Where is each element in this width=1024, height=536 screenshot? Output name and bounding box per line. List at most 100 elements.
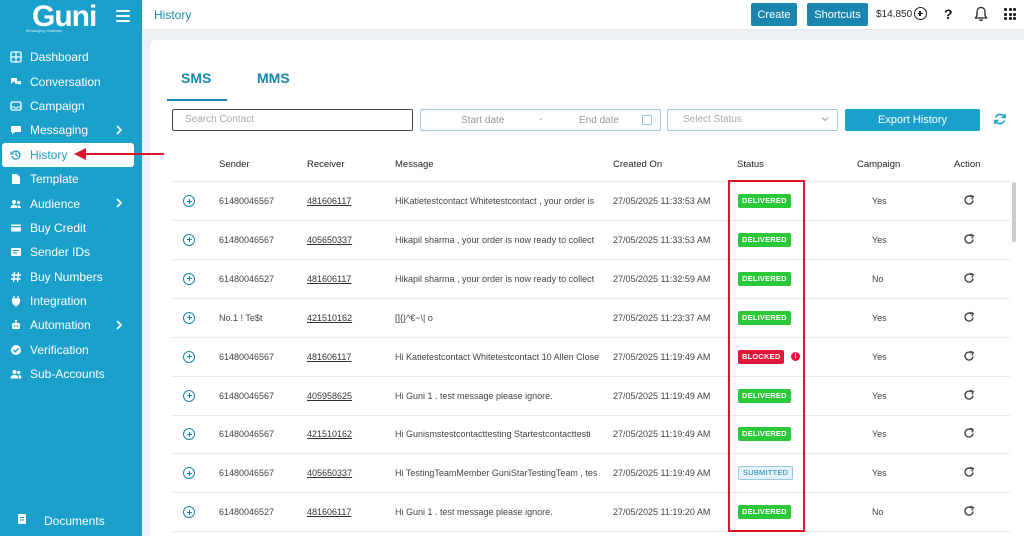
sidebar-item-audience[interactable]: Audience xyxy=(0,191,142,215)
receiver-link[interactable]: 421510162 xyxy=(307,313,352,323)
sender-cell: 61480046527 xyxy=(219,273,275,284)
column-header-action[interactable]: Action xyxy=(954,159,980,170)
grid-icon xyxy=(10,51,22,63)
receiver-link[interactable]: 481606117 xyxy=(307,196,351,206)
receiver-link[interactable]: 421510162 xyxy=(307,429,352,439)
sidebar-item-template[interactable]: Template xyxy=(0,167,142,191)
sidebar-item-documents[interactable]: Documents xyxy=(16,513,105,528)
add-credit-icon[interactable] xyxy=(914,7,927,20)
table-row[interactable]: 61480046567 405650337 Hi TestingTeamMember… xyxy=(172,454,1010,494)
table-row[interactable]: 61480046567 481606117 Hi Katietestcontact … xyxy=(172,338,1010,377)
expand-row-icon[interactable] xyxy=(183,506,195,519)
resend-icon[interactable] xyxy=(963,311,975,323)
expand-row-icon[interactable] xyxy=(183,389,195,402)
sidebar-item-integration[interactable]: Integration xyxy=(0,289,142,313)
date-range-picker[interactable]: Start date - End date xyxy=(420,109,661,131)
tab-sms[interactable]: SMS xyxy=(181,70,211,86)
export-history-button[interactable]: Export History xyxy=(845,109,980,131)
create-button[interactable]: Create xyxy=(751,3,797,26)
robot-icon xyxy=(10,319,22,331)
receiver-link[interactable]: 405650337 xyxy=(307,468,352,478)
expand-row-icon[interactable] xyxy=(183,350,195,363)
column-header-receiver[interactable]: Receiver xyxy=(307,159,345,170)
sidebar-item-sender-ids[interactable]: Sender IDs xyxy=(0,240,142,264)
sender-cell: 61480046567 xyxy=(219,196,275,206)
campaign-cell: Yes xyxy=(872,196,887,206)
campaign-cell: Yes xyxy=(872,312,887,323)
sidebar-item-verification[interactable]: Verification xyxy=(0,338,142,362)
sidebar-item-label: Buy Credit xyxy=(30,220,87,235)
calendar-icon[interactable] xyxy=(642,115,652,125)
resend-icon[interactable] xyxy=(963,350,975,362)
message-icon xyxy=(10,124,22,136)
table-row[interactable]: 61480046567 481606117 HiKatietestcontact W… xyxy=(172,182,1010,221)
sidebar-item-campaign[interactable]: Campaign xyxy=(0,94,142,118)
tab-mms[interactable]: MMS xyxy=(257,70,290,86)
table-row[interactable]: No.1 ! Te$t 421510162 []{}^€~\| o 27/05/202… xyxy=(172,299,1010,338)
sidebar-item-automation[interactable]: Automation xyxy=(0,313,142,337)
start-date-field[interactable]: Start date xyxy=(461,115,504,126)
column-header-status[interactable]: Status xyxy=(737,159,764,170)
expand-row-icon[interactable] xyxy=(183,311,195,324)
bell-icon[interactable] xyxy=(974,6,988,22)
table-row[interactable]: 61480046567 405650337 Hikapil sharma , you… xyxy=(172,221,1010,260)
table-row[interactable]: 61480046567 421510162 Hi Gunismstestcontac… xyxy=(172,415,1010,455)
column-header-message[interactable]: Message xyxy=(395,159,434,170)
receiver-link[interactable]: 481606117 xyxy=(307,507,351,517)
shortcuts-button[interactable]: Shortcuts xyxy=(807,3,868,26)
sidebar-item-label: Audience xyxy=(30,196,81,211)
table-row[interactable]: 61480046527 481606117 Hikapil sharma , you… xyxy=(172,260,1010,299)
resend-icon[interactable] xyxy=(963,194,975,206)
sidebar-item-label: Integration xyxy=(30,294,87,309)
sender-cell: 61480046567 xyxy=(219,390,275,401)
resend-icon[interactable] xyxy=(963,505,975,517)
expand-row-icon[interactable] xyxy=(183,428,195,441)
hamburger-menu-icon[interactable] xyxy=(116,10,130,22)
table-row[interactable]: 61480046567 405958625 Hi Guni 1 . test mes… xyxy=(172,377,1010,416)
column-header-created-on[interactable]: Created On xyxy=(613,159,662,170)
expand-row-icon[interactable] xyxy=(183,467,195,480)
sidebar-item-conversation[interactable]: Conversation xyxy=(0,69,142,93)
refresh-icon[interactable] xyxy=(993,112,1007,126)
topbar: History Create Shortcuts $14.850 ? xyxy=(142,0,1024,30)
document-icon xyxy=(16,513,28,528)
sidebar-item-dashboard[interactable]: Dashboard xyxy=(0,45,142,69)
resend-icon[interactable] xyxy=(963,389,975,401)
table-scrollbar[interactable] xyxy=(1012,182,1016,242)
chevron-right-icon xyxy=(116,125,123,135)
expand-row-icon[interactable] xyxy=(183,272,195,285)
created-on-cell: 27/05/2025 11:19:20 AM xyxy=(613,507,711,518)
apps-grid-icon[interactable] xyxy=(1004,8,1016,20)
expand-row-icon[interactable] xyxy=(183,233,195,246)
check-circle-icon xyxy=(10,344,22,356)
chat-bubbles-icon xyxy=(10,76,22,88)
sidebar-item-messaging[interactable]: Messaging xyxy=(0,118,142,142)
history-icon xyxy=(10,149,22,161)
resend-icon[interactable] xyxy=(963,233,975,245)
sidebar-item-label: Sub-Accounts xyxy=(30,367,105,382)
end-date-field[interactable]: End date xyxy=(579,115,619,126)
sidebar-item-label: Documents xyxy=(44,513,105,528)
expand-row-icon[interactable] xyxy=(183,195,195,207)
sidebar: Guni Messaging Gateway Dashboard Conversa… xyxy=(0,0,142,536)
sidebar-item-sub-accounts[interactable]: Sub-Accounts xyxy=(0,362,142,386)
receiver-link[interactable]: 481606117 xyxy=(307,274,351,284)
column-header-sender[interactable]: Sender xyxy=(219,159,250,170)
resend-icon[interactable] xyxy=(963,427,975,439)
plug-icon xyxy=(10,295,22,308)
active-tab-indicator xyxy=(167,99,227,101)
status-select[interactable]: Select Status xyxy=(667,109,838,131)
resend-icon[interactable] xyxy=(963,466,975,478)
resend-icon[interactable] xyxy=(963,272,975,284)
sender-cell: 61480046567 xyxy=(219,234,275,245)
table-row[interactable]: 61480046527 481606117 Hi Guni 1 . test mes… xyxy=(172,493,1010,533)
sidebar-item-buy-numbers[interactable]: Buy Numbers xyxy=(0,265,142,289)
sidebar-item-buy-credit[interactable]: Buy Credit xyxy=(0,216,142,240)
column-header-campaign[interactable]: Campaign xyxy=(857,159,900,170)
receiver-link[interactable]: 481606117 xyxy=(307,352,351,362)
help-icon[interactable]: ? xyxy=(944,6,953,22)
credit-card-icon xyxy=(10,222,22,234)
receiver-link[interactable]: 405958625 xyxy=(307,391,352,401)
receiver-link[interactable]: 405650337 xyxy=(307,235,352,245)
search-contact-input[interactable]: Search Contact xyxy=(172,109,413,131)
